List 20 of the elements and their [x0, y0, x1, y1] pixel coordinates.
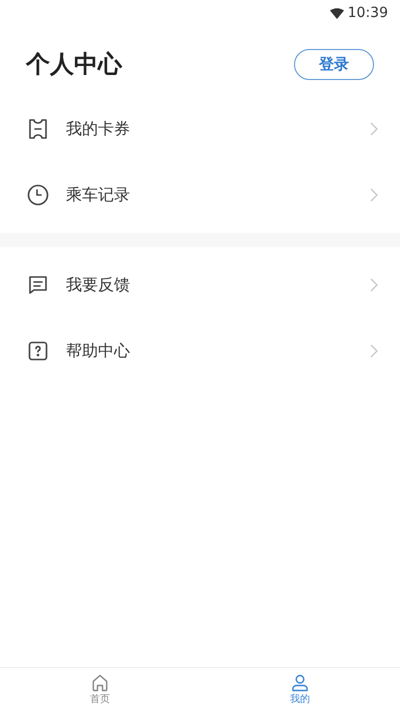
home-icon	[90, 672, 110, 692]
chevron-icon	[370, 278, 378, 292]
chevron-icon	[370, 188, 378, 202]
ticket-icon	[26, 117, 50, 141]
menu-item[interactable]: 乘车记录	[0, 162, 400, 228]
chat-icon	[26, 273, 50, 297]
chevron-icon	[370, 344, 378, 358]
help-icon	[26, 339, 50, 363]
tab-bar-item[interactable]: 我的	[200, 668, 400, 710]
menu-item[interactable]: 我的卡券	[0, 96, 400, 162]
wifi-icon	[330, 8, 344, 18]
clock-icon	[26, 183, 50, 207]
tab-bar-item[interactable]: 首页	[0, 668, 200, 710]
page-title: 个人中心	[26, 49, 122, 80]
status-time: 10:39	[348, 4, 388, 22]
user-icon	[290, 672, 310, 692]
menu-item[interactable]: 我要反馈	[0, 252, 400, 318]
chevron-icon	[370, 122, 378, 136]
menu-item[interactable]: 帮助中心	[0, 318, 400, 384]
login-button[interactable]: 登录	[294, 48, 374, 80]
